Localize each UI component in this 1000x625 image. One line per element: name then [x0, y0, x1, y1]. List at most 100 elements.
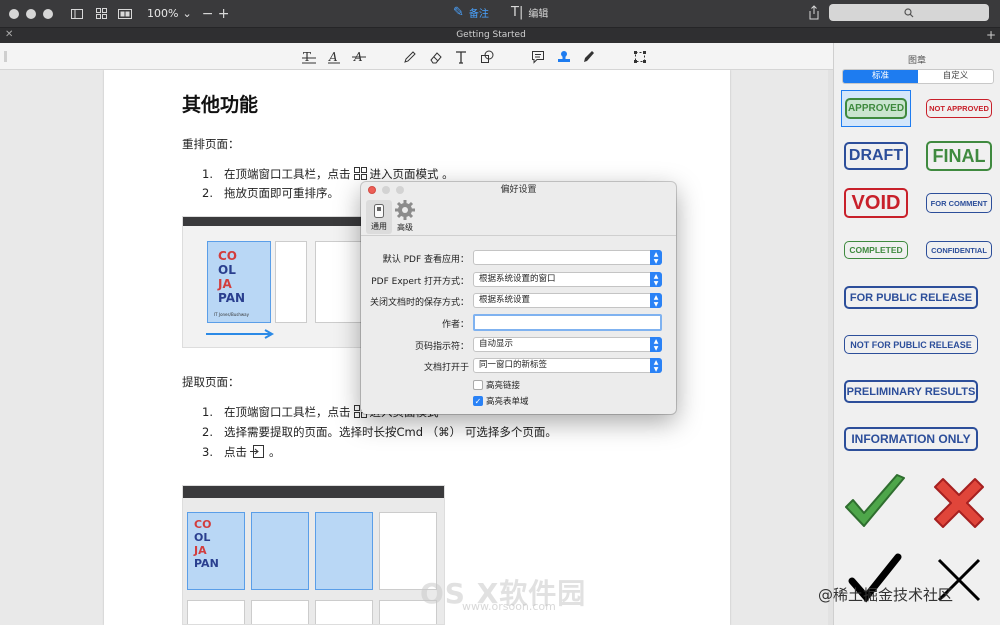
highlight-links-checkbox[interactable]: 高亮链接 [473, 379, 520, 391]
thumbnail-page [251, 600, 309, 624]
stamp-confidential[interactable]: CONFIDENTIAL [926, 241, 992, 259]
page-layout-icon[interactable] [115, 5, 135, 23]
document-tab[interactable]: Getting Started [0, 30, 982, 40]
thumbnail-page-selected: CO OL JA PAN IT Jones/Bushway [207, 241, 271, 323]
thumbnail-page [187, 600, 245, 624]
shapes-icon[interactable] [478, 48, 496, 66]
cross-stamp-icon[interactable] [929, 475, 989, 533]
svg-text:A: A [328, 50, 338, 64]
grid-view-icon[interactable] [91, 5, 111, 23]
stamp-category-switch: 标准 自定义 [842, 69, 994, 84]
gear-icon [395, 200, 415, 220]
thumbnail-page-selected: CO OL JA PAN [187, 512, 245, 590]
page-heading: 其他功能 [182, 94, 259, 116]
zoom-window-button[interactable] [43, 8, 53, 19]
switch-icon [374, 204, 384, 218]
thumbnail-page-selected [315, 512, 373, 590]
title-toolbar: 100% ⌄ − + ✎ 备注 T| 编辑 [0, 0, 1000, 27]
author-input[interactable] [473, 314, 662, 331]
chevron-updown-icon: ▲ ▼ [650, 250, 662, 265]
extract-pages-icon [250, 445, 266, 461]
list-item: 1. 在顶端窗口工具栏，点击 进入页面模式 。 [202, 167, 454, 183]
stamp-void[interactable]: VOID [844, 188, 908, 218]
field-open-mode: PDF Expert 打开方式： 根据系统设置的窗口 ▲ ▼ [361, 272, 676, 288]
chevron-updown-icon: ▲ ▼ [650, 337, 662, 352]
field-save-mode: 关闭文档时的保存方式： 根据系统设置 ▲ ▼ [361, 293, 676, 309]
field-author: 作者： [361, 314, 676, 331]
extract-pages-screenshot: CO OL JA PAN [182, 485, 445, 625]
tab-standard[interactable]: 标准 [843, 70, 918, 83]
stamp-not-for-public-release[interactable]: NOT FOR PUBLIC RELEASE [844, 335, 978, 354]
svg-text:T: T [303, 50, 311, 64]
panel-title: 图章 [907, 56, 926, 66]
comment-icon[interactable] [529, 48, 547, 66]
field-open-in: 文档打开于 同一窗口的新标签 ▲ ▼ [361, 358, 676, 374]
signature-icon[interactable] [580, 48, 598, 66]
tab-advanced[interactable]: 高级 [392, 200, 418, 234]
tab-custom[interactable]: 自定义 [918, 70, 993, 83]
stamp-final[interactable]: FINAL [926, 141, 992, 171]
sidebar-toggle-icon[interactable] [67, 5, 87, 23]
stamp-information-only[interactable]: INFORMATION ONLY [844, 427, 978, 451]
section-title-reorder: 重排页面： [182, 137, 240, 151]
open-in-select[interactable]: 同一窗口的新标签 ▲ ▼ [473, 358, 662, 373]
preferences-toolbar: 通用 高级 [361, 198, 676, 236]
zoom-out-button[interactable]: − [200, 6, 216, 22]
thumbnail-page [275, 241, 307, 323]
crop-selection-icon[interactable] [631, 48, 649, 66]
list-item: 3. 点击。 [202, 445, 281, 461]
edit-mode-tab[interactable]: T| 编辑 [511, 5, 548, 20]
search-field[interactable] [829, 4, 989, 21]
zoom-menu[interactable]: 100% ⌄ [147, 7, 192, 20]
stamp-preliminary-results[interactable]: PRELIMINARY RESULTS [844, 380, 978, 403]
pen-tool-icon[interactable] [401, 48, 419, 66]
screenshot-toolbar [183, 217, 371, 226]
save-mode-select[interactable]: 根据系统设置 ▲ ▼ [473, 293, 662, 308]
tab-general[interactable]: 通用 [366, 200, 392, 234]
share-icon[interactable] [807, 5, 821, 20]
pen-icon: ✎ [453, 5, 464, 20]
close-window-button[interactable] [9, 8, 19, 19]
stamp-approved[interactable]: APPROVED [845, 98, 907, 119]
highlight-text-icon[interactable]: T [300, 48, 318, 66]
page-indicator-select[interactable]: 自动显示 ▲ ▼ [473, 337, 662, 352]
text-cursor-icon: T| [511, 5, 524, 20]
open-mode-select[interactable]: 根据系统设置的窗口 ▲ ▼ [473, 272, 662, 287]
drag-handle[interactable] [4, 51, 7, 62]
stamp-for-comment[interactable]: FOR COMMENT [926, 193, 992, 213]
stamp-not-approved[interactable]: NOT APPROVED [926, 99, 992, 118]
zoom-level: 100% [147, 7, 179, 20]
stamp-draft[interactable]: DRAFT [844, 142, 908, 170]
checkbox-unchecked[interactable] [473, 380, 483, 390]
underline-text-icon[interactable]: A [325, 48, 343, 66]
search-icon [904, 7, 914, 17]
checkbox-checked-icon[interactable]: ✓ [473, 396, 483, 406]
preferences-dialog: 偏好设置 通用 高级 默认 PDF 查看应用： ▲ ▼ PDF Expert 打开… [361, 182, 676, 414]
zoom-in-button[interactable]: + [216, 6, 232, 22]
new-tab-icon[interactable]: + [986, 28, 996, 42]
chevron-updown-icon: ▲ ▼ [650, 272, 662, 287]
chevron-down-icon: ⌄ [182, 7, 192, 20]
annotate-mode-tab[interactable]: ✎ 备注 [453, 5, 489, 20]
source-watermark: @稀土掘金技术社区 [818, 586, 954, 604]
highlight-forms-checkbox[interactable]: ✓ 高亮表单域 [473, 395, 529, 407]
text-tool-icon[interactable] [452, 48, 470, 66]
default-viewer-select[interactable]: ▲ ▼ [473, 250, 662, 265]
thumbnail-page [315, 241, 365, 323]
eraser-icon[interactable] [427, 48, 445, 66]
chevron-updown-icon: ▲ ▼ [650, 358, 662, 373]
stamp-icon[interactable] [555, 48, 573, 66]
edit-mode-label: 编辑 [528, 9, 549, 20]
strikethrough-text-icon[interactable]: A [350, 48, 368, 66]
dialog-title: 偏好设置 [500, 185, 537, 195]
screenshot-toolbar [183, 486, 444, 498]
grid-view-icon [353, 167, 367, 183]
stamp-for-public-release[interactable]: FOR PUBLIC RELEASE [844, 286, 978, 309]
stamp-completed[interactable]: COMPLETED [844, 241, 908, 259]
checkmark-stamp-icon[interactable] [842, 473, 908, 533]
chevron-updown-icon: ▲ ▼ [650, 293, 662, 308]
annotation-toolbar: T A A [0, 43, 833, 70]
minimize-window-button[interactable] [26, 8, 36, 19]
stamps-panel: 图章 标准 自定义 APPROVED NOT APPROVED DRAFT FI… [833, 43, 1000, 625]
window-controls [9, 8, 53, 19]
